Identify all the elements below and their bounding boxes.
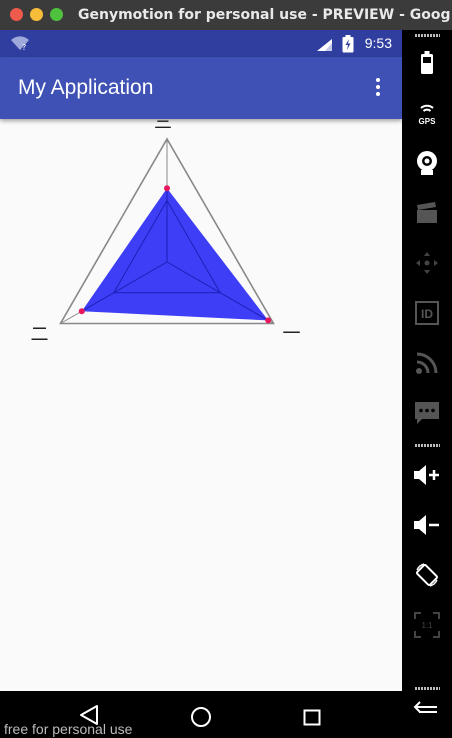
main-content: 一 二 三	[0, 119, 402, 738]
volume-down-icon	[414, 515, 439, 535]
app-bar: My Application	[0, 57, 402, 119]
recents-icon	[303, 709, 321, 726]
app-title: My Application	[18, 76, 154, 99]
battery-icon	[421, 51, 433, 74]
cast-icon	[416, 352, 438, 374]
id-tool-button[interactable]: ID	[402, 293, 452, 333]
rotate-button[interactable]	[402, 555, 452, 595]
radar-point	[164, 185, 170, 192]
device-screen: ? 9:53 My Application 一 二 三 free for perso…	[0, 30, 402, 738]
camera-tool-button[interactable]	[402, 143, 452, 183]
volume-up-button[interactable]	[402, 455, 452, 495]
radar-axis-label: 一	[283, 324, 301, 345]
radar-series-polygon	[81, 188, 269, 321]
capture-icon	[417, 202, 437, 223]
wifi-unknown-icon: ?	[11, 36, 29, 51]
camera-icon	[417, 151, 437, 175]
scale-label: 1:1	[421, 621, 433, 630]
signal-icon	[317, 39, 332, 51]
id-icon: ID	[415, 301, 439, 325]
scale-icon: 1:1	[414, 612, 440, 638]
svg-text:?: ?	[22, 43, 26, 51]
window-title: Genymotion for personal use - PREVIEW - …	[78, 7, 450, 23]
status-time: 9:53	[364, 35, 392, 51]
home-icon	[191, 707, 211, 727]
nav-recents-button[interactable]	[292, 691, 332, 738]
back-arrow-icon	[413, 701, 437, 713]
volume-up-icon	[414, 465, 439, 485]
gps-tool-button[interactable]: GPS	[402, 93, 452, 133]
id-label: ID	[421, 307, 433, 321]
minimize-window-button[interactable]	[30, 8, 43, 21]
radar-point	[265, 317, 272, 324]
watermark-text: free for personal use	[4, 721, 133, 737]
maximize-window-button[interactable]	[50, 8, 63, 21]
radar-chart: 一 二 三	[30, 119, 301, 346]
battery-charging-icon	[342, 35, 354, 53]
device-back-button[interactable]	[402, 689, 452, 729]
radar-axis-label: 二	[30, 325, 48, 346]
volume-down-button[interactable]	[402, 505, 452, 545]
radar-point	[78, 308, 85, 315]
emulator-toolbar: GPS ID 1:1	[402, 30, 452, 738]
overflow-menu-icon[interactable]	[368, 77, 388, 99]
window-titlebar: Genymotion for personal use - PREVIEW - …	[0, 0, 452, 30]
dpad-icon	[416, 252, 438, 274]
rotate-icon	[416, 563, 438, 587]
nav-home-button[interactable]	[181, 691, 221, 738]
gps-icon: GPS	[419, 104, 437, 126]
scale-button[interactable]: 1:1	[402, 605, 452, 645]
battery-tool-button[interactable]	[402, 43, 452, 83]
status-bar: ? 9:53	[0, 30, 402, 57]
dpad-tool-button[interactable]	[402, 243, 452, 283]
close-window-button[interactable]	[10, 8, 23, 21]
sms-tool-button[interactable]	[402, 393, 452, 433]
radar-axis-label: 三	[154, 119, 172, 133]
capture-tool-button[interactable]	[402, 193, 452, 233]
cast-tool-button[interactable]	[402, 343, 452, 383]
gps-label: GPS	[419, 117, 437, 126]
sms-icon	[415, 402, 439, 424]
